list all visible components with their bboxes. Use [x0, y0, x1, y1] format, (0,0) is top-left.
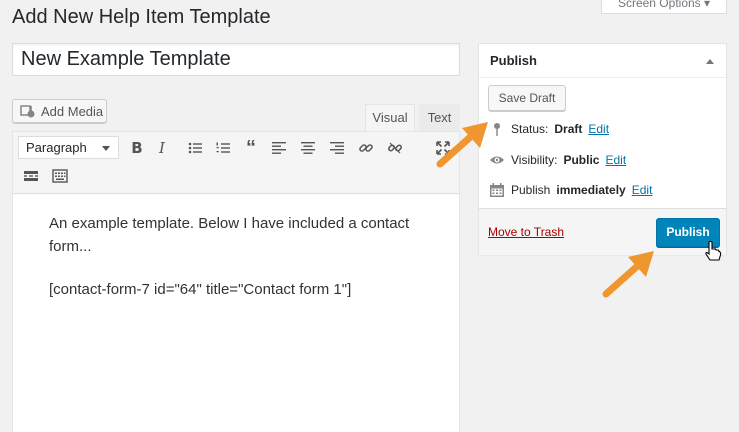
post-title-input[interactable]	[12, 43, 460, 76]
schedule-label: Publish	[511, 183, 551, 197]
editor-body[interactable]: An example template. Below I have includ…	[13, 194, 459, 339]
unlink-icon[interactable]	[385, 138, 405, 158]
bold-icon[interactable]: B	[127, 138, 147, 158]
schedule-row: Publish immediately Edit	[489, 182, 652, 198]
media-icon	[20, 105, 35, 118]
calendar-icon	[490, 183, 504, 197]
annotation-arrow-icon	[602, 251, 654, 298]
status-label: Status:	[511, 122, 549, 136]
edit-visibility-link[interactable]: Edit	[605, 153, 626, 167]
content-paragraph-1: An example template. Below I have includ…	[49, 215, 410, 255]
numbered-list-icon[interactable]	[213, 138, 233, 158]
edit-status-link[interactable]: Edit	[588, 122, 609, 136]
tab-visual[interactable]: Visual	[365, 104, 415, 131]
chevron-down-icon	[102, 146, 110, 151]
italic-icon[interactable]: I	[152, 138, 172, 158]
format-select[interactable]: Paragraph	[18, 136, 119, 159]
toolbar-toggle-icon[interactable]	[50, 166, 70, 186]
visibility-row: Visibility: Public Edit	[489, 152, 626, 168]
add-media-button[interactable]: Add Media	[12, 99, 107, 123]
hand-cursor-icon	[705, 240, 722, 261]
move-to-trash-link[interactable]: Move to Trash	[488, 225, 564, 239]
annotation-arrow-icon	[436, 122, 488, 168]
page-title: Add New Help Item Template	[12, 6, 271, 28]
read-more-icon[interactable]	[21, 166, 41, 186]
publish-metabox: Publish Save Draft Status: Draft Edit Visi…	[478, 43, 727, 255]
visibility-value: Public	[563, 153, 600, 167]
align-right-icon[interactable]	[327, 138, 347, 158]
align-left-icon[interactable]	[269, 138, 289, 158]
status-value: Draft	[554, 122, 583, 136]
publish-header[interactable]: Publish	[479, 44, 726, 78]
chevron-up-icon[interactable]	[706, 59, 714, 64]
content-editor: Paragraph B I “ An example template. Bel…	[12, 131, 460, 432]
status-row: Status: Draft Edit	[489, 121, 609, 137]
bullet-list-icon[interactable]	[185, 138, 205, 158]
align-center-icon[interactable]	[298, 138, 318, 158]
link-icon[interactable]	[356, 138, 376, 158]
schedule-value: immediately	[556, 183, 626, 197]
blockquote-icon[interactable]: “	[241, 138, 261, 158]
format-select-value: Paragraph	[26, 140, 87, 155]
screen-options-button[interactable]: Screen Options ▾	[601, 0, 727, 14]
add-media-label: Add Media	[41, 103, 104, 119]
visibility-label: Visibility:	[511, 153, 558, 167]
edit-schedule-link[interactable]: Edit	[632, 183, 653, 197]
editor-toolbar: Paragraph B I “	[13, 132, 459, 194]
content-paragraph-2: [contact-form-7 id="64" title="Contact f…	[49, 281, 352, 298]
save-draft-button[interactable]: Save Draft	[488, 85, 566, 111]
publish-heading: Publish	[490, 53, 537, 68]
